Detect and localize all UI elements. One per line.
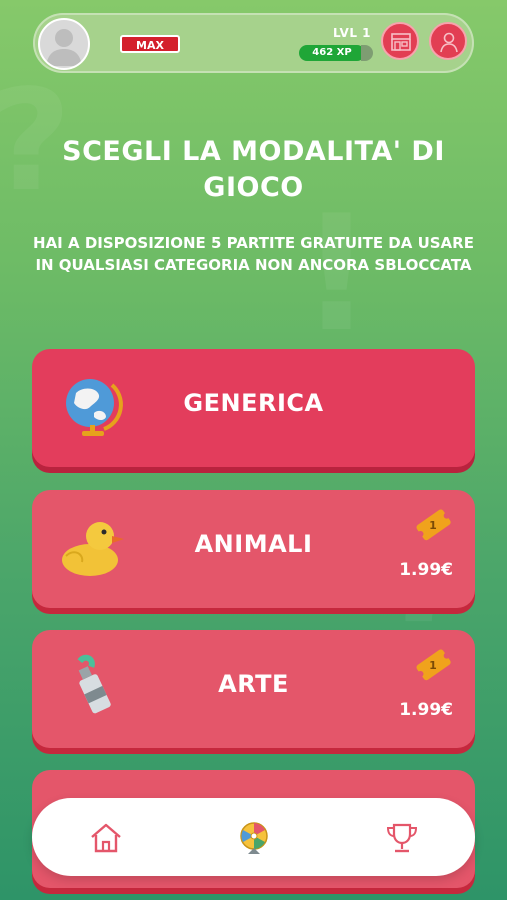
nav-trophy[interactable] <box>384 820 420 856</box>
category-card-animali[interactable]: Animali 1 1.99€ <box>32 490 475 608</box>
category-price: 1.99€ <box>399 560 453 580</box>
category-card-arte[interactable]: Arte 1 1.99€ <box>32 630 475 748</box>
ticket-icon: 1 <box>413 504 453 548</box>
page-subtitle: HAI A DISPOSIZIONE 5 PARTITE GRATUITE DA… <box>33 234 474 274</box>
profile-button[interactable] <box>429 22 467 60</box>
category-label: Animali <box>194 530 313 558</box>
profile-icon <box>440 32 458 53</box>
shop-button[interactable] <box>381 22 419 60</box>
trophy-icon <box>386 823 418 853</box>
category-card-generica[interactable]: Generica <box>32 349 475 467</box>
ticket-count: 1 <box>429 659 437 672</box>
nav-wheel[interactable] <box>236 820 272 856</box>
category-price: 1.99€ <box>399 700 453 720</box>
top-bar: MAX LVL 1 462 XP <box>33 13 474 73</box>
xp-badge: 462 XP <box>299 45 365 61</box>
category-label: Arte <box>218 670 289 698</box>
shop-icon <box>391 33 411 51</box>
avatar[interactable] <box>38 18 90 70</box>
page-title: SCEGLI LA MODALITA' DI GIOCO <box>62 136 445 203</box>
home-icon <box>91 823 121 853</box>
ticket-count: 1 <box>429 519 437 532</box>
xp-bar-remainder <box>361 45 373 61</box>
category-label: Generica <box>183 389 324 417</box>
wheel-icon <box>240 822 268 854</box>
username-badge: MAX <box>120 35 180 53</box>
bottom-navigation <box>32 798 475 876</box>
ticket-icon: 1 <box>413 644 453 688</box>
nav-home[interactable] <box>88 820 124 856</box>
user-silhouette-icon <box>46 29 82 66</box>
level-label: LVL 1 <box>333 26 371 40</box>
